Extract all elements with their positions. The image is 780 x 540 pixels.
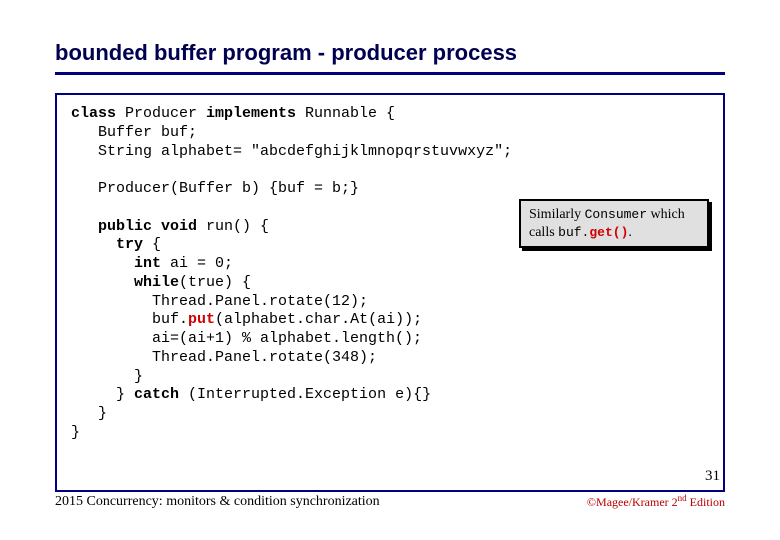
code-text: Thread.Panel.rotate(348); <box>71 349 377 366</box>
slide-title: bounded buffer program - producer proces… <box>55 40 725 66</box>
code-text: { <box>143 236 161 253</box>
code-text: (true) { <box>179 274 251 291</box>
code-kw: try <box>116 236 143 253</box>
code-text: buf. <box>71 311 188 328</box>
code-text <box>71 218 98 235</box>
page-number: 31 <box>705 468 720 485</box>
code-text <box>71 236 116 253</box>
code-kw: public void <box>98 218 197 235</box>
footer-left: 2015 Concurrency: monitors & condition s… <box>55 494 380 510</box>
code-text: ai = 0; <box>161 255 233 272</box>
code-text: } <box>71 405 107 422</box>
footer-edition-word: Edition <box>687 495 725 509</box>
title-underline <box>55 72 725 75</box>
code-block: class Producer implements Runnable { Buf… <box>55 93 725 492</box>
code-text: Producer(Buffer b) {buf = b;} <box>71 180 359 197</box>
footer-right: ©Magee/Kramer 2nd Edition <box>587 493 725 510</box>
code-text: Producer <box>116 105 206 122</box>
note-text: Similarly <box>529 207 585 222</box>
code-text: Runnable { <box>296 105 395 122</box>
code-text: } <box>71 386 134 403</box>
code-text: run() { <box>197 218 269 235</box>
callout-note: Similarly Consumer which calls buf.get()… <box>519 199 709 248</box>
code-text: (Interrupted.Exception e){} <box>179 386 431 403</box>
code-highlight: put <box>188 311 215 328</box>
code-text: ai=(ai+1) % alphabet.length(); <box>71 330 422 347</box>
code-text <box>71 255 134 272</box>
code-kw: implements <box>206 105 296 122</box>
code-text: Buffer buf; <box>71 124 197 141</box>
code-text: Thread.Panel.rotate(12); <box>71 293 368 310</box>
footer-copyright: ©Magee/Kramer <box>587 495 672 509</box>
note-mono: Consumer <box>585 207 647 222</box>
code-kw: while <box>134 274 179 291</box>
code-text <box>71 274 134 291</box>
footer-edition-sup: nd <box>678 493 687 503</box>
note-mono-red: get() <box>589 225 628 240</box>
note-text: . <box>628 225 632 240</box>
code-text: (alphabet.char.At(ai)); <box>215 311 422 328</box>
code-kw: class <box>71 105 116 122</box>
note-mono: buf. <box>558 225 589 240</box>
code-text: String alphabet= "abcdefghijklmnopqrstuv… <box>71 143 512 160</box>
code-text: } <box>71 368 143 385</box>
code-kw: int <box>134 255 161 272</box>
code-kw: catch <box>134 386 179 403</box>
code-text: } <box>71 424 80 441</box>
